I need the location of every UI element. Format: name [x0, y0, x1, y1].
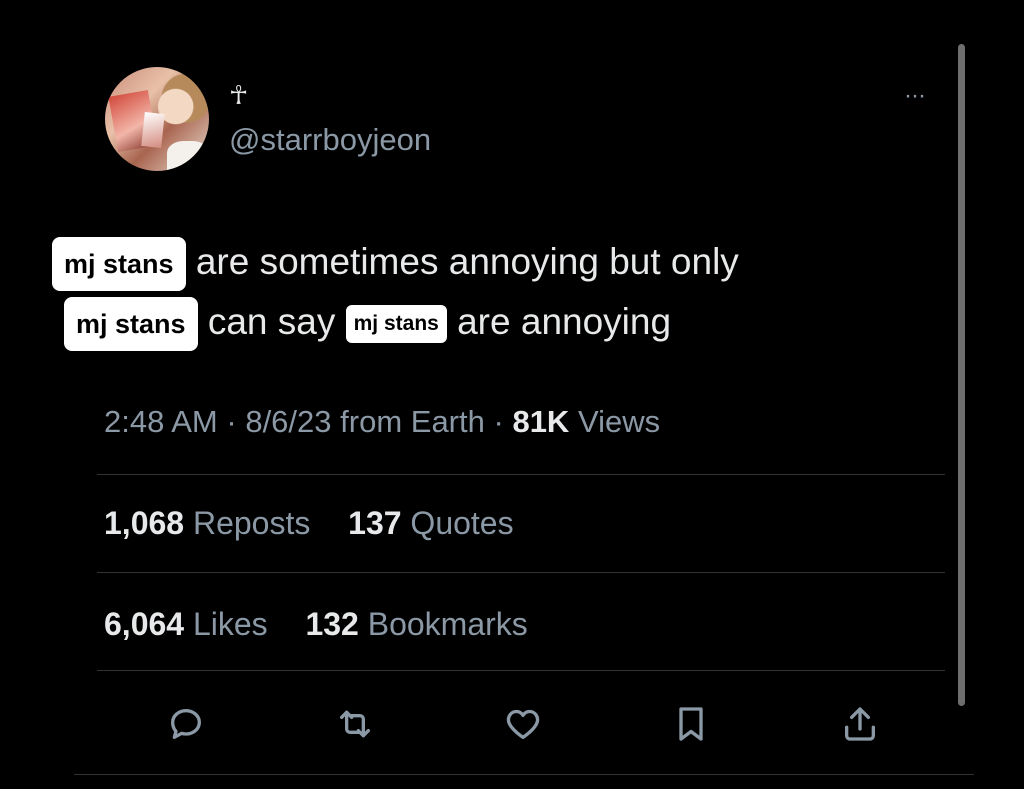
- repost-button[interactable]: [331, 700, 379, 748]
- tweet-line-2: mj stans can say mj stans are annoying: [52, 292, 739, 352]
- bookmark-icon: [679, 707, 703, 741]
- meta-separator: ·: [226, 404, 237, 439]
- scrollbar[interactable]: [958, 44, 965, 706]
- author-display-name[interactable]: ☥: [229, 80, 248, 111]
- divider: [97, 474, 945, 475]
- likes-stat[interactable]: 6,064 Likes: [104, 606, 277, 642]
- tag-sticker: mj stans: [345, 305, 447, 344]
- reply-icon: [171, 709, 201, 739]
- tweet-detail-panel: [74, 30, 974, 775]
- likes-label: Likes: [192, 606, 268, 642]
- author-handle[interactable]: @starrboyjeon: [229, 122, 431, 158]
- bookmark-button[interactable]: [667, 700, 715, 748]
- reposts-stat[interactable]: 1,068 Reposts: [104, 505, 319, 541]
- divider: [97, 670, 945, 671]
- views-label: Views: [577, 404, 661, 439]
- stats-row-likes: 6,064 Likes 132 Bookmarks: [104, 606, 528, 643]
- avatar-image-detail: [167, 141, 209, 171]
- bookmarks-count: 132: [305, 606, 359, 642]
- reposts-label: Reposts: [192, 505, 311, 541]
- views-count: 81K: [512, 404, 570, 439]
- tweet-text: mj stans are sometimes annoying but only…: [52, 232, 739, 352]
- avatar-image-detail: [141, 112, 165, 148]
- quotes-stat[interactable]: 137 Quotes: [348, 505, 513, 541]
- likes-count: 6,064: [104, 606, 185, 642]
- tag-sticker: mj stans: [64, 297, 198, 352]
- tweet-date[interactable]: 8/6/23: [245, 404, 331, 439]
- like-button[interactable]: [499, 700, 547, 748]
- stats-row-reposts: 1,068 Reposts 137 Quotes: [104, 505, 514, 542]
- tweet-source: from Earth: [340, 404, 485, 439]
- share-button[interactable]: [836, 700, 884, 748]
- tweet-line-1: mj stans are sometimes annoying but only: [52, 232, 739, 292]
- quotes-label: Quotes: [410, 505, 514, 541]
- bookmarks-stat[interactable]: 132 Bookmarks: [305, 606, 527, 642]
- tweet-text-segment: are annoying: [457, 301, 672, 342]
- like-icon: [506, 709, 540, 739]
- tweet-metadata: 2:48 AM · 8/6/23 from Earth · 81K Views: [104, 404, 660, 440]
- tweet-time[interactable]: 2:48 AM: [104, 404, 218, 439]
- divider: [97, 572, 945, 573]
- bookmarks-label: Bookmarks: [367, 606, 528, 642]
- share-icon: [845, 707, 875, 741]
- tweet-text-segment: can say: [207, 301, 336, 342]
- quotes-count: 137: [348, 505, 402, 541]
- meta-separator: ·: [493, 404, 504, 439]
- tag-sticker: mj stans: [52, 237, 186, 292]
- reposts-count: 1,068: [104, 505, 185, 541]
- tweet-text-segment: are sometimes annoying but only: [195, 241, 739, 282]
- avatar[interactable]: [105, 67, 209, 171]
- repost-icon: [340, 710, 370, 738]
- reply-button[interactable]: [162, 700, 210, 748]
- more-options-icon[interactable]: ···: [904, 84, 926, 108]
